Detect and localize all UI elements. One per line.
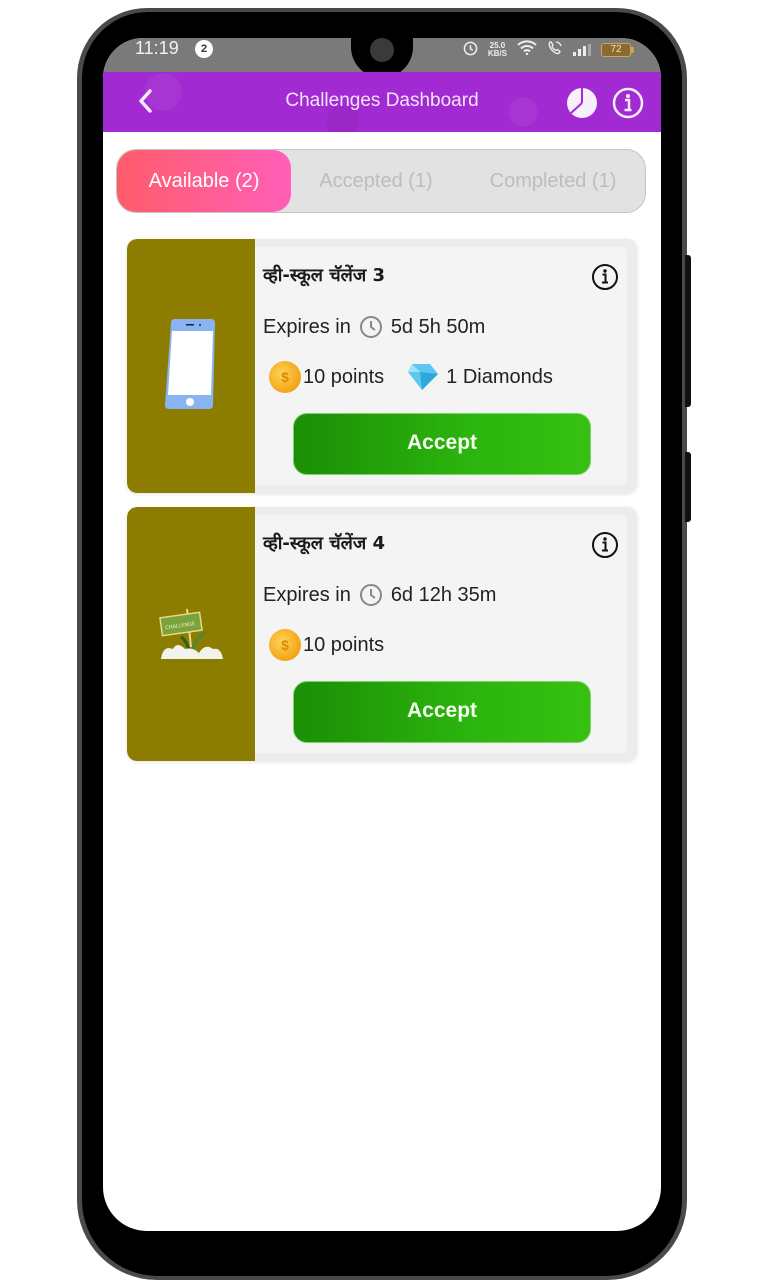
tab-available[interactable]: Available (2) [117, 150, 291, 212]
wifi-calling-icon [547, 40, 563, 60]
challenge-card: CHALLENGE व्ही-स्कूल चॅलेंज 4 Expires in… [127, 507, 637, 761]
points-reward: 10 points [303, 365, 385, 388]
info-button[interactable] [611, 86, 645, 120]
challenge-tabs: Available (2) Accepted (1) Completed (1) [116, 149, 646, 213]
coin-icon: $ [269, 629, 301, 661]
accept-button[interactable]: Accept [293, 681, 591, 743]
accept-button[interactable]: Accept [293, 413, 591, 475]
expires-label: Expires in [263, 315, 351, 338]
challenge-card-body: व्ही-स्कूल चॅलेंज 4 Expires in 6d 12h 35… [255, 515, 627, 753]
challenge-title: व्ही-स्कूल चॅलेंज 4 [263, 533, 385, 554]
expiry-row: Expires in 5d 5h 50m [263, 315, 485, 339]
challenge-info-button[interactable] [591, 531, 619, 559]
challenge-card-body: व्ही-स्कूल चॅलेंज 3 Expires in 5d 5h 50m… [255, 247, 627, 485]
expiry-row: Expires in 6d 12h 35m [263, 583, 496, 607]
battery-indicator: 72 [601, 43, 634, 57]
coin-icon: $ [269, 361, 301, 393]
smartphone-icon [165, 319, 215, 409]
clock-icon [359, 584, 382, 606]
network-speed-unit: KB/S [487, 49, 507, 58]
rewards-row: $ 10 points [269, 629, 384, 661]
challenge-info-button[interactable] [591, 263, 619, 291]
power-button [685, 255, 691, 407]
challenge-thumbnail [127, 239, 255, 493]
diamonds-reward: 1 Diamonds [446, 365, 553, 388]
expires-label: Expires in [263, 583, 351, 606]
app-bar: Challenges Dashboard [103, 72, 661, 132]
diamond-icon [408, 364, 439, 390]
wifi-icon [517, 40, 537, 60]
challenge-card: व्ही-स्कूल चॅलेंज 3 Expires in 5d 5h 50m… [127, 239, 637, 493]
status-icons: 25.0 KB/S 72 [463, 40, 634, 60]
info-icon [592, 532, 618, 558]
status-time: 11:19 [135, 38, 179, 58]
rewards-row: $ 10 points 1 Diamonds [269, 361, 553, 393]
challenge-signboard-icon: CHALLENGE [159, 608, 223, 659]
notification-count-badge: 2 [195, 40, 213, 58]
expires-value: 5d 5h 50m [390, 315, 486, 338]
tab-completed[interactable]: Completed (1) [461, 150, 645, 212]
challenge-thumbnail: CHALLENGE [127, 507, 255, 761]
points-reward: 10 points [303, 633, 385, 656]
clock-icon [359, 316, 382, 338]
network-speed: 25.0 KB/S [488, 42, 507, 58]
info-icon [592, 264, 618, 290]
screen: 11:19 2 25.0 KB/S 72 Challenges Dashboar… [103, 38, 661, 1231]
expires-value: 6d 12h 35m [390, 583, 497, 606]
volume-button [685, 452, 691, 522]
challenge-title: व्ही-स्कूल चॅलेंज 3 [263, 265, 385, 286]
signal-strength-icon [573, 44, 591, 56]
stats-button[interactable] [565, 86, 599, 120]
alarm-icon [463, 41, 478, 59]
info-icon [612, 87, 644, 119]
tab-accepted[interactable]: Accepted (1) [291, 150, 461, 212]
pie-chart-icon [567, 88, 597, 118]
